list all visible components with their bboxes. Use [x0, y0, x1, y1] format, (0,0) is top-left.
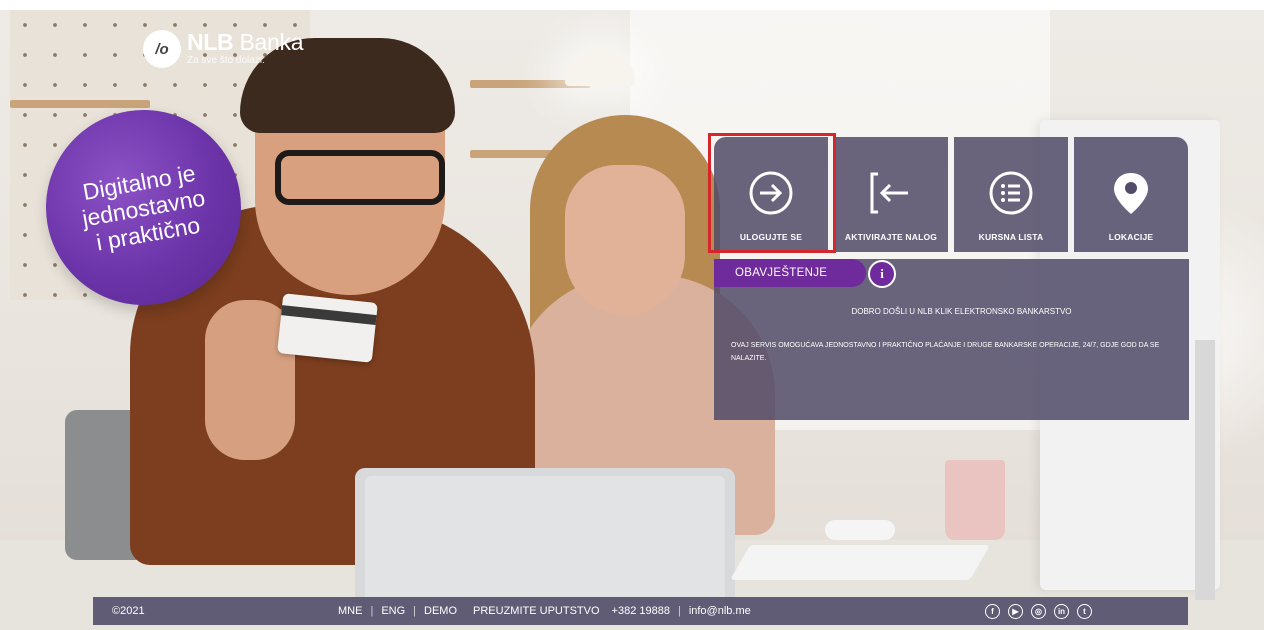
nlb-logo[interactable]: /o NLB Banka Za sve što dolazi. — [143, 30, 303, 68]
logo-name: NLB Banka — [187, 30, 303, 54]
login-tile[interactable]: ULOGUJTE SE — [714, 137, 828, 252]
logo-wordmark: NLB Banka Za sve što dolazi. — [187, 30, 303, 66]
background-shelf — [10, 100, 150, 108]
activate-account-tile-label: AKTIVIRAJTE NALOG — [844, 232, 938, 242]
welcome-message: DOBRO DOŠLI U NLB KLIK ELEKTRONSKO BANKA… — [851, 307, 1072, 316]
photo-bank-card — [277, 293, 378, 363]
service-description: OVAJ SERVIS OMOGUĆAVA JEDNOSTAVNO I PRAK… — [731, 342, 1160, 362]
info-icon[interactable]: i — [868, 260, 896, 288]
action-tiles: ULOGUJTE SE AKTIVIRAJTE NALOG KURSNA LIS… — [714, 137, 1188, 252]
footer-links: MNE | ENG | DEMO PREUZMITE UPUTSTVO +382 1… — [338, 605, 751, 617]
activate-account-tile[interactable]: AKTIVIRAJTE NALOG — [834, 137, 948, 252]
background-lamp — [565, 48, 635, 86]
demo-link[interactable]: DEMO — [424, 605, 457, 617]
photo-glasses — [275, 150, 445, 205]
social-links: f ▶ ◎ in t — [985, 603, 1092, 619]
facebook-icon[interactable]: f — [985, 603, 1000, 619]
photo-cup — [945, 460, 1005, 540]
locations-tile[interactable]: LOKACIJE — [1074, 137, 1188, 252]
activate-arrow-icon — [868, 170, 914, 216]
logo-name-part2: Banka — [239, 29, 304, 55]
download-manual-link[interactable]: PREUZMITE UPUTSTVO — [473, 605, 600, 617]
footer-bar: ©2021 MNE | ENG | DEMO PREUZMITE UPUTSTVO … — [93, 597, 1188, 625]
notice-tab[interactable]: OBAVJEŠTENJE — [714, 259, 866, 287]
logo-tagline: Za sve što dolazi. — [187, 55, 265, 66]
notice-panel: OBAVJEŠTENJE i DOBRO DOŠLI U NLB KLIK EL… — [714, 259, 1189, 420]
location-pin-icon — [1108, 170, 1154, 216]
linkedin-icon[interactable]: in — [1054, 603, 1069, 619]
divider: | — [413, 605, 417, 617]
photo-woman-face — [565, 165, 685, 315]
list-icon — [988, 170, 1034, 216]
background-monitor-stand — [1195, 340, 1215, 600]
instagram-icon[interactable]: ◎ — [1031, 603, 1046, 619]
lang-mne-link[interactable]: MNE — [338, 605, 362, 617]
lang-eng-link[interactable]: ENG — [381, 605, 405, 617]
divider: | — [677, 605, 681, 617]
exchange-rates-tile-label: KURSNA LISTA — [978, 232, 1044, 242]
locations-tile-label: LOKACIJE — [1108, 232, 1154, 242]
exchange-rates-tile[interactable]: KURSNA LISTA — [954, 137, 1068, 252]
phone-link[interactable]: +382 19888 — [612, 605, 670, 617]
twitter-icon[interactable]: t — [1077, 603, 1092, 619]
email-link[interactable]: info@nlb.me — [689, 605, 751, 617]
divider: | — [370, 605, 374, 617]
promo-text: Digitalno je jednostavno i praktično — [76, 158, 212, 256]
login-page: /o NLB Banka Za sve što dolazi. Digitaln… — [0, 0, 1264, 630]
photo-laptop — [355, 468, 735, 618]
youtube-icon[interactable]: ▶ — [1008, 603, 1023, 619]
nlb-logo-mark-icon: /o — [143, 30, 181, 68]
photo-mouse — [825, 520, 895, 540]
login-arrow-icon — [748, 170, 794, 216]
logo-name-part1: NLB — [187, 29, 234, 55]
photo-keyboard — [729, 545, 991, 580]
top-border — [0, 0, 1264, 10]
copyright: ©2021 — [112, 605, 145, 617]
login-tile-label: ULOGUJTE SE — [739, 232, 803, 242]
